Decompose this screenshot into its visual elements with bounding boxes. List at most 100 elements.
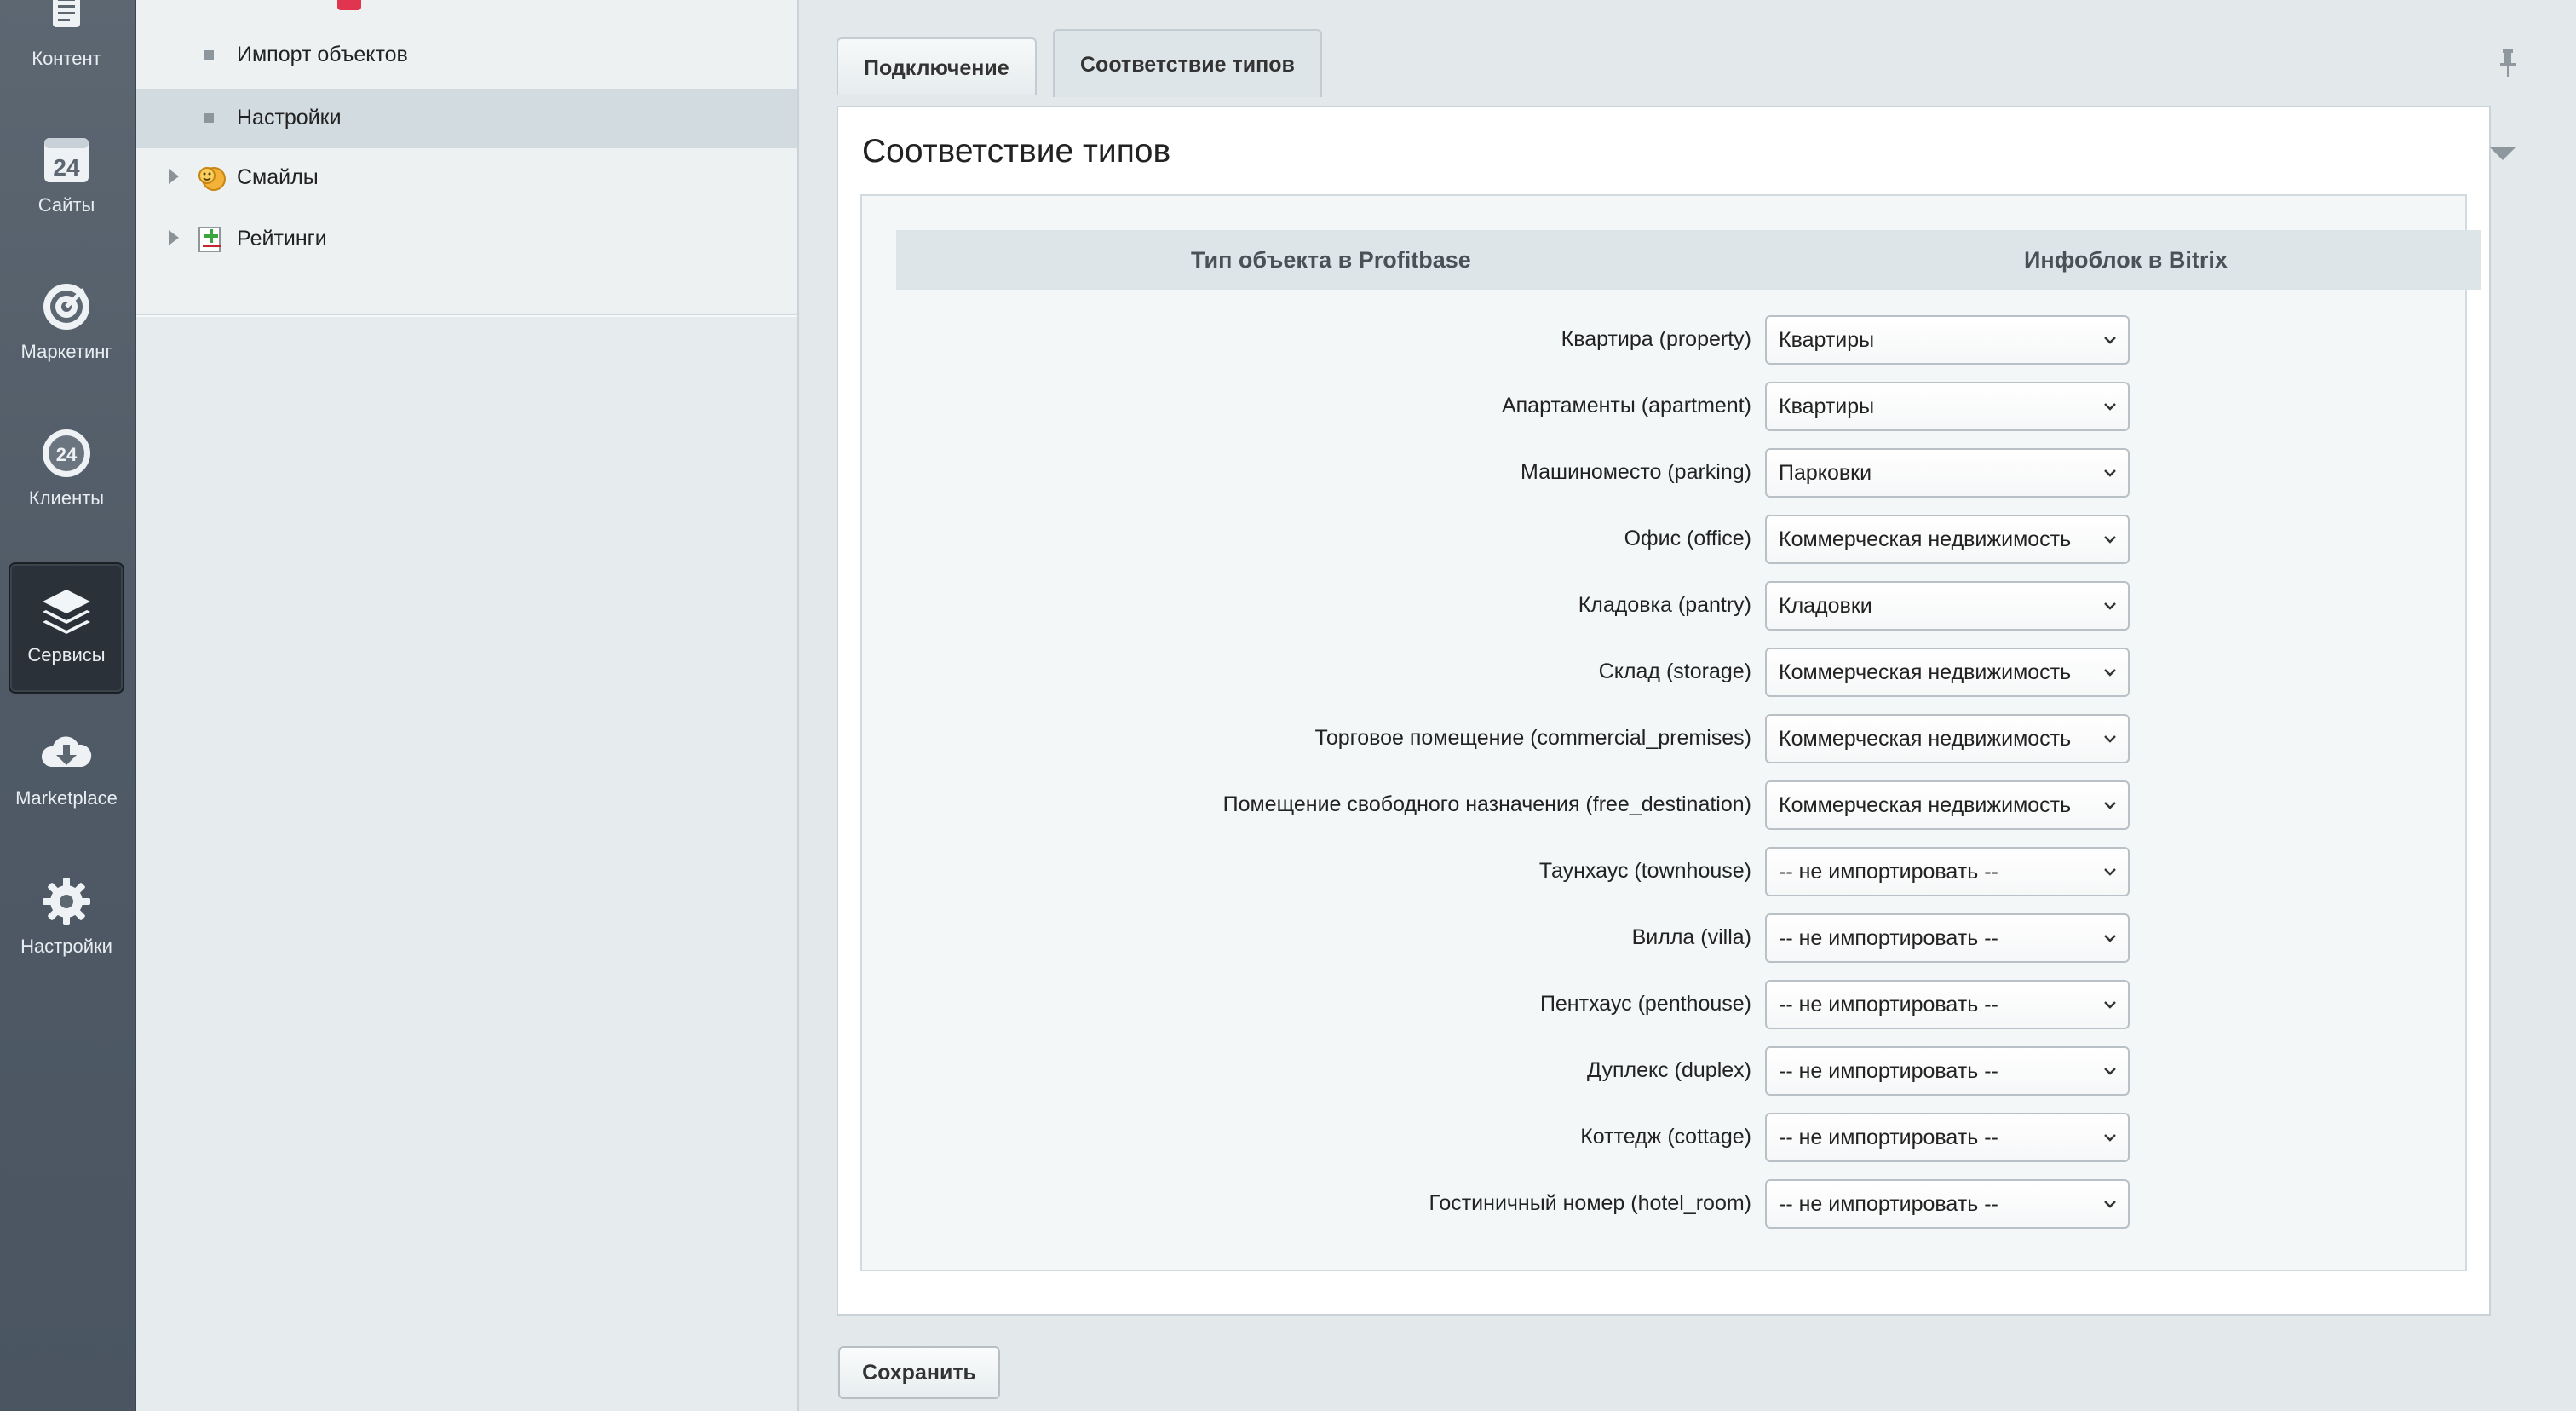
nav-item-label: Контент: [32, 48, 101, 69]
mapping-label: Гостиничный номер (hotel_room): [1429, 1191, 1751, 1215]
clients-24-icon: 24: [43, 429, 90, 477]
select-value: -- не импортировать --: [1779, 993, 1998, 1016]
nav-item-content[interactable]: Контент: [9, 0, 124, 80]
tree-item-ratings[interactable]: Рейтинги: [136, 210, 797, 269]
mapping-label: Склад (storage): [1598, 659, 1751, 683]
nav-item-sites[interactable]: 24 Сайты: [9, 133, 124, 227]
select-value: -- не импортировать --: [1779, 1126, 1998, 1149]
mapping-row: Апартаменты (apartment) Квартиры: [862, 382, 2465, 433]
infoblock-select[interactable]: Квартиры: [1765, 382, 2130, 431]
select-value: Кладовки: [1779, 594, 1872, 618]
tree-item-smiles[interactable]: Смайлы: [136, 148, 797, 208]
mapping-label: Коттедж (cottage): [1580, 1125, 1751, 1149]
mapping-label: Пентхаус (penthouse): [1539, 992, 1751, 1016]
infoblock-select[interactable]: -- не импортировать --: [1765, 847, 2130, 896]
bullet-icon: [204, 50, 214, 60]
tab-label: Соответствие типов: [1080, 53, 1295, 77]
left-navigation: Контент 24 Сайты Маркетинг 24 Клиенты Се…: [0, 0, 136, 1411]
document-icon: [53, 0, 80, 27]
infoblock-select[interactable]: -- не импортировать --: [1765, 980, 2130, 1029]
expand-arrow-icon[interactable]: [169, 169, 179, 184]
chevron-down-icon: [2104, 602, 2116, 610]
mapping-row: Квартира (property) Квартиры: [862, 315, 2465, 366]
infoblock-select[interactable]: Коммерческая недвижимость: [1765, 515, 2130, 564]
infoblock-select[interactable]: Коммерческая недвижимость: [1765, 648, 2130, 697]
nav-item-marketplace[interactable]: Marketplace: [9, 726, 124, 820]
tab-type-mapping[interactable]: Соответствие типов: [1053, 29, 1322, 97]
chevron-down-icon: [2104, 935, 2116, 942]
pin-icon[interactable]: [2498, 48, 2518, 78]
mapping-row: Кладовка (pantry) Кладовки: [862, 581, 2465, 632]
infoblock-select[interactable]: -- не импортировать --: [1765, 913, 2130, 963]
calendar-24-icon: 24: [44, 138, 89, 182]
mapping-row: Склад (storage) Коммерческая недвижимост…: [862, 648, 2465, 699]
mapping-label: Квартира (property): [1561, 327, 1751, 351]
chevron-down-icon: [2104, 469, 2116, 477]
select-value: Коммерческая недвижимость: [1779, 793, 2072, 817]
save-button[interactable]: Сохранить: [838, 1346, 1000, 1399]
infoblock-select[interactable]: Кладовки: [1765, 581, 2130, 631]
chevron-down-icon: [2104, 669, 2116, 677]
menu-tree-panel: Импорт объектов Настройки Смайлы Рейтинг…: [136, 0, 799, 1411]
tab-label: Подключение: [864, 56, 1009, 80]
nav-item-label: Сайты: [37, 194, 95, 216]
infoblock-select[interactable]: -- не импортировать --: [1765, 1046, 2130, 1096]
nav-item-settings[interactable]: Настройки: [9, 874, 124, 968]
nav-item-label: Marketplace: [15, 787, 118, 809]
collapse-arrow-icon[interactable]: [2487, 143, 2518, 164]
mapping-label: Торговое помещение (commercial_premises): [1314, 726, 1751, 750]
nav-item-services[interactable]: Сервисы: [9, 562, 124, 694]
tree-item-settings[interactable]: Настройки: [136, 89, 797, 148]
mapping-row: Коттедж (cottage) -- не импортировать --: [862, 1113, 2465, 1164]
mapping-row: Пентхаус (penthouse) -- не импортировать…: [862, 980, 2465, 1031]
select-value: Коммерческая недвижимость: [1779, 527, 2072, 551]
select-value: -- не импортировать --: [1779, 1059, 1998, 1083]
main-content: Подключение Соответствие типов Соответст…: [801, 0, 2576, 1411]
tree-item-label: Смайлы: [237, 165, 319, 189]
mapping-label: Кладовка (pantry): [1578, 593, 1751, 617]
red-marker: [337, 0, 361, 10]
mapping-label: Офис (office): [1624, 527, 1751, 550]
infoblock-select[interactable]: -- не импортировать --: [1765, 1113, 2130, 1162]
mapping-form: Тип объекта в Profitbase Инфоблок в Bitr…: [860, 194, 2481, 1271]
select-value: Квартиры: [1779, 395, 1875, 418]
mapping-row: Помещение свободного назначения (free_de…: [862, 780, 2465, 832]
nav-item-label: Настройки: [20, 936, 112, 957]
mapping-row: Торговое помещение (commercial_premises)…: [862, 714, 2465, 765]
mapping-label: Апартаменты (apartment): [1501, 394, 1751, 418]
gear-icon: [43, 878, 90, 925]
svg-text:24: 24: [56, 444, 78, 465]
expand-arrow-icon[interactable]: [169, 230, 179, 245]
infoblock-select[interactable]: Коммерческая недвижимость: [1765, 780, 2130, 830]
tab-connection[interactable]: Подключение: [837, 37, 1037, 95]
select-value: -- не импортировать --: [1779, 926, 1998, 950]
select-value: Коммерческая недвижимость: [1779, 660, 2072, 684]
mapping-label: Машиноместо (parking): [1521, 460, 1751, 484]
chevron-down-icon: [2104, 868, 2116, 876]
mapping-row: Вилла (villa) -- не импортировать --: [862, 913, 2465, 965]
mapping-row: Гостиничный номер (hotel_room) -- не имп…: [862, 1179, 2465, 1230]
menu-tree: Импорт объектов Настройки Смайлы Рейтинг…: [136, 0, 797, 315]
type-mapping-panel: Соответствие типов Тип объекта в Profitb…: [837, 106, 2516, 1316]
nav-item-marketing[interactable]: Маркетинг: [9, 279, 124, 373]
mapping-label: Таунхаус (townhouse): [1538, 859, 1751, 883]
tree-item-label: Рейтинги: [237, 227, 327, 251]
svg-text:24: 24: [53, 154, 80, 181]
mapping-row: Машиноместо (parking) Парковки: [862, 448, 2465, 499]
mapping-label: Дуплекс (duplex): [1587, 1058, 1751, 1082]
infoblock-select[interactable]: Коммерческая недвижимость: [1765, 714, 2130, 763]
mapping-label: Помещение свободного назначения (free_de…: [1222, 792, 1751, 816]
tree-item-label: Настройки: [237, 106, 342, 130]
nav-item-clients[interactable]: 24 Клиенты: [9, 426, 124, 520]
mapping-label: Вилла (villa): [1631, 925, 1751, 949]
select-value: -- не импортировать --: [1779, 1192, 1998, 1216]
infoblock-select[interactable]: Квартиры: [1765, 315, 2130, 365]
panel-title: Соответствие типов: [862, 133, 1171, 170]
select-value: Парковки: [1779, 461, 1872, 485]
mapping-row: Таунхаус (townhouse) -- не импортировать…: [862, 847, 2465, 898]
tree-item-import-objects[interactable]: Импорт объектов: [136, 26, 797, 85]
mapping-table-header: Тип объекта в Profitbase Инфоблок в Bitr…: [896, 230, 2481, 290]
infoblock-select[interactable]: -- не импортировать --: [1765, 1179, 2130, 1229]
mapping-row: Офис (office) Коммерческая недвижимость: [862, 515, 2465, 566]
infoblock-select[interactable]: Парковки: [1765, 448, 2130, 498]
